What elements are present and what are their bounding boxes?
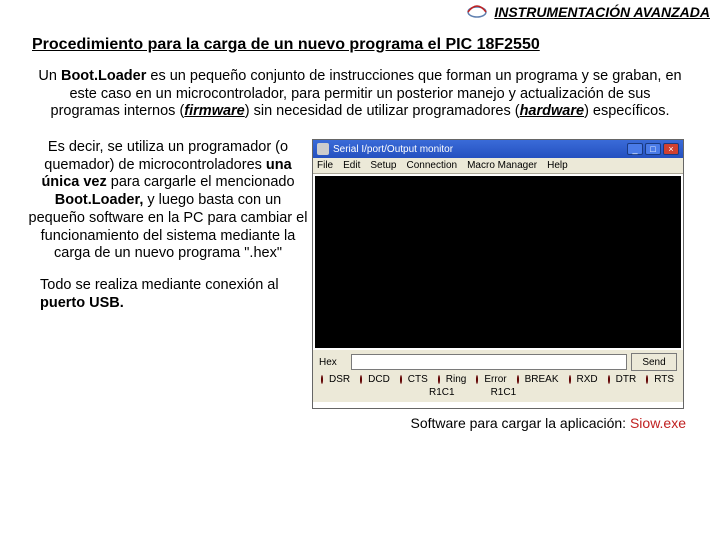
terminal-area[interactable] <box>315 176 681 348</box>
menu-item[interactable]: Help <box>547 160 568 171</box>
logo-icon <box>466 4 488 20</box>
app-icon <box>317 143 329 155</box>
section-title: Procedimiento para la carga de un nuevo … <box>32 36 720 54</box>
app-screenshot: Serial I/port/Output monitor _ □ × File … <box>312 139 684 409</box>
close-button[interactable]: × <box>663 143 679 155</box>
led-icon <box>400 375 402 384</box>
menu-item[interactable]: Connection <box>407 160 458 171</box>
window-titlebar: Serial I/port/Output monitor _ □ × <box>313 140 683 158</box>
led-icon <box>608 375 610 384</box>
left-column: Es decir, se utiliza un programador (o q… <box>28 139 308 326</box>
screenshot-caption: Software para cargar la aplicación: Siow… <box>0 415 686 431</box>
led-icon <box>438 375 440 384</box>
led-icon <box>476 375 478 384</box>
menu-item[interactable]: Edit <box>343 160 360 171</box>
hex-input[interactable] <box>351 354 627 370</box>
led-icon <box>360 375 362 384</box>
led-icon <box>569 375 571 384</box>
status-led-row: DSR DCD CTS Ring Error BREAK RXD DTR RTS <box>319 374 677 385</box>
usb-paragraph: Todo se realiza mediante conexión al pue… <box>40 277 308 312</box>
window-title: Serial I/port/Output monitor <box>333 144 453 155</box>
minimize-button[interactable]: _ <box>627 143 643 155</box>
intro-paragraph: Un Boot.Loader es un pequeño conjunto de… <box>34 68 686 121</box>
menu-item[interactable]: Setup <box>370 160 396 171</box>
led-icon <box>517 375 519 384</box>
explain-paragraph: Es decir, se utiliza un programador (o q… <box>28 139 308 263</box>
led-icon <box>646 375 648 384</box>
send-button[interactable]: Send <box>631 353 677 371</box>
menu-item[interactable]: Macro Manager <box>467 160 537 171</box>
maximize-button[interactable]: □ <box>645 143 661 155</box>
menu-item[interactable]: File <box>317 160 333 171</box>
hex-label: Hex <box>319 357 347 368</box>
header-title: INSTRUMENTACIÓN AVANZADA <box>494 4 710 20</box>
menu-bar: File Edit Setup Connection Macro Manager… <box>313 158 683 174</box>
tx-counter: R1C1 <box>491 387 517 398</box>
bottom-panel: Hex Send DSR DCD CTS Ring Error BREAK RX… <box>313 350 683 402</box>
led-icon <box>321 375 323 384</box>
rx-counter: R1C1 <box>429 387 455 398</box>
